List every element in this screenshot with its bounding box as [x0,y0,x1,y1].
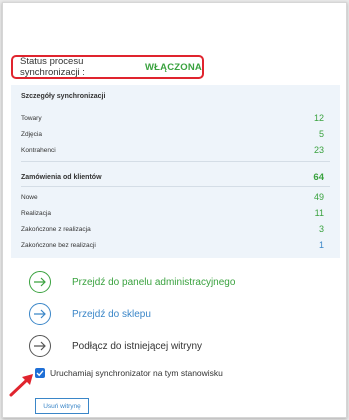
sync-row-label: Zdjęcia [21,130,42,138]
sync-row-kontrahenci: Kontrahenci 23 [21,142,324,158]
run-synchronizer-label: Uruchamiaj synchronizator na tym stanowi… [50,368,223,378]
arrow-right-circle-icon [29,335,51,357]
orders-header: Zamówienia od klientów 64 [21,169,324,185]
orders-total: 64 [313,171,324,183]
orders-row-label: Realizacja [21,209,51,217]
top-bar [3,3,346,51]
sync-row-label: Kontrahenci [21,146,56,154]
red-arrow-annotation [9,374,33,397]
orders-row-realizacja: Realizacja 11 [21,205,324,221]
sync-row-value: 23 [313,145,324,155]
admin-panel-label: Przejdź do panelu administracyjnego [72,276,236,288]
sync-row-value: 5 [318,129,324,139]
orders-row-value: 11 [314,208,324,218]
shop-label: Przejdź do sklepu [72,308,151,320]
remove-site-button[interactable]: Usuń witrynę [35,398,89,414]
sync-row-towary: Towary 12 [21,110,324,126]
orders-title: Zamówienia od klientów [21,173,102,181]
run-synchronizer-checkbox[interactable] [35,368,45,378]
arrow-right-circle-icon [29,271,51,293]
orders-row-value: 3 [318,224,324,234]
divider [21,161,330,162]
orders-row-label: Zakończone bez realizacji [21,241,96,249]
orders-row-label: Nowe [21,193,38,201]
connect-existing-site-link[interactable]: Podłącz do istniejącej witryny [29,333,202,359]
sync-row-zdjecia: Zdjęcia 5 [21,126,324,142]
divider [21,186,330,187]
sync-status: Status procesu synchronizacji : WŁĄCZONA [11,55,204,79]
orders-row-value: 49 [313,192,324,202]
sync-row-value: 12 [313,113,324,123]
checkmark-icon [36,370,44,377]
orders-row-value: 1 [318,240,324,250]
orders-row-nowe: Nowe 49 [21,189,324,205]
go-to-shop-link[interactable]: Przejdź do sklepu [29,301,151,327]
sync-row-label: Towary [21,114,42,122]
orders-row-zakonczone-bez: Zakończone bez realizacji 1 [21,237,324,253]
run-synchronizer-checkbox-row[interactable]: Uruchamiaj synchronizator na tym stanowi… [35,368,223,378]
orders-row-zakonczone-z: Zakończone z realizacja 3 [21,221,324,237]
sync-details-box: Szczegóły synchronizacji Towary 12 Zdjęc… [11,85,340,258]
sync-details-title: Szczegóły synchronizacji [21,93,106,100]
connect-site-label: Podłącz do istniejącej witryny [72,340,203,352]
sync-status-label: Status procesu synchronizacji : [20,56,85,78]
arrow-right-circle-icon [29,303,51,325]
sync-panel: Status procesu synchronizacji : WŁĄCZONA… [2,2,347,418]
go-to-admin-panel-link[interactable]: Przejdź do panelu administracyjnego [29,269,235,295]
orders-row-label: Zakończone z realizacja [21,225,91,233]
sync-status-value: WŁĄCZONA [144,61,202,73]
